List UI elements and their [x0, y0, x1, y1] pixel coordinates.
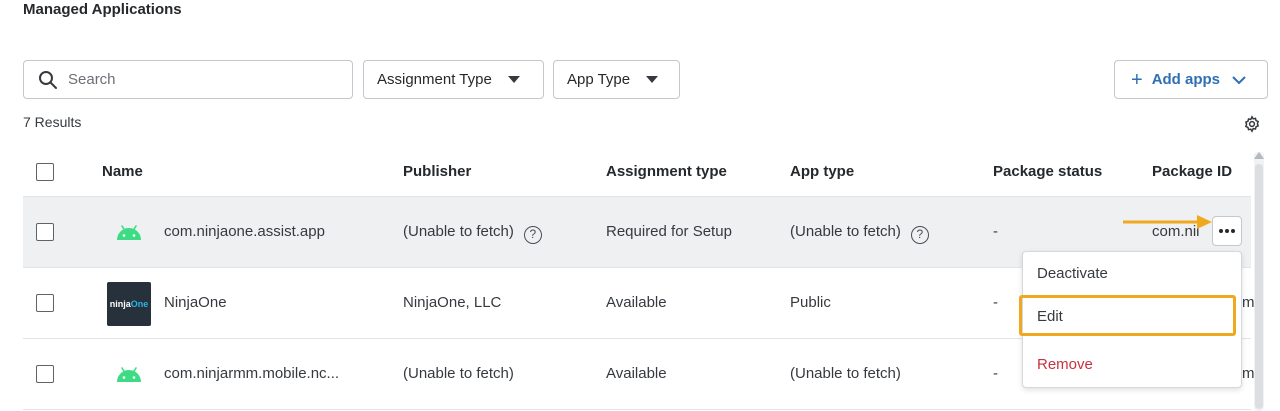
vertical-scrollbar[interactable]: [1254, 152, 1264, 411]
row-checkbox[interactable]: [36, 365, 54, 383]
column-header-name[interactable]: Name: [102, 163, 143, 180]
package-status-cell: -: [993, 294, 998, 311]
menu-item-remove[interactable]: Remove: [1037, 356, 1093, 373]
table-header: Name Publisher Assignment type App type …: [23, 147, 1251, 197]
row-checkbox[interactable]: [36, 294, 54, 312]
assignment-type-cell: Available: [606, 294, 667, 311]
column-header-package-id[interactable]: Package ID: [1152, 163, 1232, 180]
add-apps-button[interactable]: + Add apps: [1114, 60, 1268, 99]
android-icon: [107, 353, 151, 397]
row-actions-button[interactable]: [1212, 216, 1242, 246]
assignment-type-label: Assignment Type: [377, 71, 492, 88]
caret-down-icon: [646, 76, 659, 83]
app-name[interactable]: NinjaOne: [164, 294, 227, 311]
more-dot-icon: [1219, 229, 1223, 233]
row-checkbox[interactable]: [36, 223, 54, 241]
select-all-checkbox[interactable]: [36, 163, 54, 181]
add-apps-label: Add apps: [1151, 71, 1221, 88]
app-type-text: (Unable to fetch): [790, 223, 901, 240]
package-status-cell: -: [993, 223, 998, 240]
app-type-cell: Public: [790, 294, 831, 311]
page-title: Managed Applications: [23, 1, 182, 18]
ninjaone-logo: ninja One: [107, 282, 151, 326]
package-id-cell: m: [1242, 365, 1255, 382]
publisher-cell: NinjaOne, LLC: [403, 294, 502, 311]
help-icon[interactable]: ?: [523, 226, 542, 244]
publisher-text: (Unable to fetch): [403, 223, 514, 240]
assignment-type-filter[interactable]: Assignment Type: [363, 60, 544, 99]
column-header-app-type[interactable]: App type: [790, 163, 854, 180]
assignment-type-cell: Required for Setup: [606, 223, 732, 240]
edit-highlight-box: [1019, 295, 1236, 336]
assignment-type-cell: Available: [606, 365, 667, 382]
logo-text: ninja: [109, 299, 131, 309]
menu-item-deactivate[interactable]: Deactivate: [1037, 265, 1108, 282]
app-type-label: App Type: [567, 71, 631, 88]
plus-icon: +: [1131, 68, 1143, 91]
package-id-cell: m: [1242, 294, 1255, 311]
gear-icon[interactable]: [1243, 115, 1261, 133]
package-status-cell: -: [993, 365, 998, 382]
app-name[interactable]: com.ninjarmm.mobile.nc...: [164, 365, 339, 382]
search-input[interactable]: [68, 71, 328, 88]
search-icon: [39, 70, 57, 89]
logo-text: One: [130, 299, 149, 309]
publisher-cell: (Unable to fetch): [403, 365, 514, 382]
search-box[interactable]: [23, 60, 353, 99]
caret-down-icon: [507, 76, 520, 83]
column-header-assignment-type[interactable]: Assignment type: [606, 163, 727, 180]
arrow-right-icon: [1123, 215, 1212, 229]
app-name[interactable]: com.ninjaone.assist.app: [164, 223, 325, 240]
android-icon: [107, 211, 151, 255]
help-icon[interactable]: ?: [910, 226, 929, 244]
more-dot-icon: [1225, 229, 1229, 233]
scrollbar-thumb[interactable]: [1255, 164, 1263, 409]
publisher-cell: (Unable to fetch)?: [403, 223, 542, 244]
scroll-up-icon[interactable]: [1254, 152, 1264, 159]
more-dot-icon: [1231, 229, 1235, 233]
app-type-cell: (Unable to fetch)?: [790, 223, 929, 244]
column-header-package-status[interactable]: Package status: [993, 163, 1102, 180]
app-type-filter[interactable]: App Type: [553, 60, 680, 99]
results-count: 7 Results: [23, 114, 82, 130]
chevron-down-icon: [1232, 75, 1246, 84]
app-type-cell: (Unable to fetch): [790, 365, 901, 382]
column-header-publisher[interactable]: Publisher: [403, 163, 471, 180]
